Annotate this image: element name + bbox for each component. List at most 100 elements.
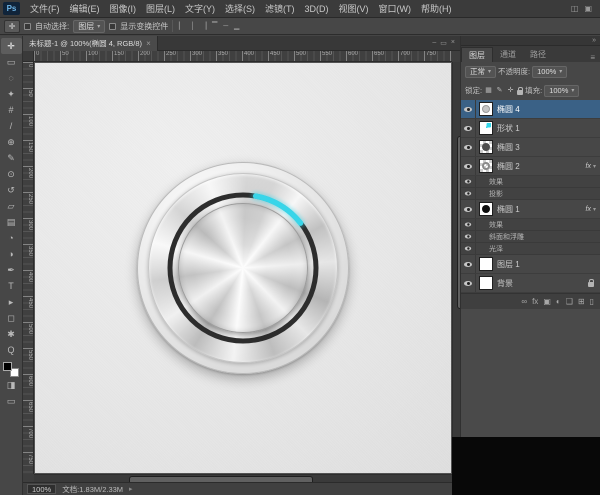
layer-row[interactable]: 图层 1 xyxy=(461,255,600,274)
layer-fx-badge[interactable]: fx xyxy=(586,163,591,170)
layer-effect-row[interactable]: 斜面和浮雕 xyxy=(461,231,600,243)
dodge-tool[interactable]: ◑ xyxy=(1,246,22,262)
collapse-panels-icon[interactable]: » xyxy=(592,37,596,44)
layer-effect-row[interactable]: 效果 xyxy=(461,219,600,231)
layer-group-icon[interactable]: ❑ xyxy=(566,297,573,306)
blur-tool[interactable]: ◔ xyxy=(1,230,22,246)
marquee-tool[interactable]: ▭ xyxy=(1,54,22,70)
menu-filter[interactable]: 滤镜(T) xyxy=(260,0,300,18)
visibility-toggle[interactable] xyxy=(461,100,476,118)
eyedropper-tool[interactable]: / xyxy=(1,118,22,134)
align-vcenter-icon[interactable]: ─ xyxy=(221,21,230,32)
visibility-toggle[interactable] xyxy=(461,138,476,156)
layer-effect-row[interactable]: 光泽 xyxy=(461,243,600,255)
hand-tool[interactable]: ✱ xyxy=(1,326,22,342)
path-select-tool[interactable]: ▸ xyxy=(1,294,22,310)
type-tool[interactable]: T xyxy=(1,278,22,294)
layer-effect-row[interactable]: 投影 xyxy=(461,188,600,200)
visibility-toggle[interactable] xyxy=(461,231,476,242)
layer-effect-row[interactable]: 效果 xyxy=(461,176,600,188)
menu-help[interactable]: 帮助(H) xyxy=(416,0,457,18)
document-tab[interactable]: 未标题-1 @ 100%(椭圆 4, RGB/8) × xyxy=(23,36,158,51)
move-tool[interactable]: ✛ xyxy=(1,38,22,54)
tab-channels[interactable]: 通道 xyxy=(493,47,523,62)
visibility-toggle[interactable] xyxy=(461,200,476,218)
restore-window-icon[interactable]: ▭ xyxy=(440,39,447,47)
layer-row[interactable]: 椭圆 3 xyxy=(461,138,600,157)
tab-layers[interactable]: 图层 xyxy=(461,47,493,62)
healing-brush-tool[interactable]: ⊕ xyxy=(1,134,22,150)
menu-file[interactable]: 文件(F) xyxy=(25,0,65,18)
layer-row[interactable]: 形状 1 xyxy=(461,119,600,138)
menu-three-d[interactable]: 3D(D) xyxy=(300,0,334,18)
artboard[interactable] xyxy=(35,63,451,473)
screen-mode[interactable]: ▭ xyxy=(1,393,22,409)
crop-tool[interactable]: # xyxy=(1,102,22,118)
close-icon[interactable]: × xyxy=(146,39,151,48)
menu-edit[interactable]: 编辑(E) xyxy=(65,0,105,18)
show-transform-checkbox[interactable] xyxy=(109,23,116,30)
menu-view[interactable]: 视图(V) xyxy=(334,0,374,18)
active-tool-badge[interactable]: ✛ xyxy=(4,20,20,33)
horizontal-scrollbar[interactable] xyxy=(34,474,452,482)
layer-fx-badge[interactable]: fx xyxy=(586,206,591,213)
blend-mode-select[interactable]: 正常 ▾ xyxy=(465,66,496,78)
lock-all-icon[interactable] xyxy=(517,90,523,95)
lock-pixels-icon[interactable]: ✎ xyxy=(495,85,504,96)
zoom-level[interactable]: 100% xyxy=(27,484,56,494)
align-bottom-icon[interactable]: ▁ xyxy=(232,21,241,32)
quick-select-tool[interactable]: ✦ xyxy=(1,86,22,102)
launch-bridge-icon[interactable]: ◫ xyxy=(571,4,579,13)
new-layer-icon[interactable]: ⊞ xyxy=(578,297,585,306)
fill-input[interactable]: 100% ▾ xyxy=(544,85,579,97)
lock-position-icon[interactable]: ✛ xyxy=(506,85,515,96)
layer-mask-icon[interactable]: ▣ xyxy=(543,297,551,306)
panel-menu-icon[interactable]: ≡ xyxy=(590,53,600,62)
vertical-scrollbar[interactable] xyxy=(452,62,460,474)
layer-style-icon[interactable]: fx xyxy=(532,297,538,306)
visibility-toggle[interactable] xyxy=(461,188,476,199)
auto-select-dropdown[interactable]: 图层 ▾ xyxy=(73,20,105,33)
adjustment-layer-icon[interactable]: ◐ xyxy=(556,297,561,306)
menu-image[interactable]: 图像(I) xyxy=(105,0,142,18)
layer-row[interactable]: 背景 xyxy=(461,274,600,293)
shape-tool[interactable]: ◻ xyxy=(1,310,22,326)
visibility-toggle[interactable] xyxy=(461,176,476,187)
tab-paths[interactable]: 路径 xyxy=(523,47,553,62)
eraser-tool[interactable]: ▱ xyxy=(1,198,22,214)
menu-type[interactable]: 文字(Y) xyxy=(180,0,220,18)
brush-tool[interactable]: ✎ xyxy=(1,150,22,166)
visibility-toggle[interactable] xyxy=(461,119,476,137)
document-viewport[interactable] xyxy=(34,62,452,474)
foreground-color-swatch[interactable] xyxy=(3,362,12,371)
pen-tool[interactable]: ✒ xyxy=(1,262,22,278)
close-window-icon[interactable]: × xyxy=(451,39,455,47)
minimize-window-icon[interactable]: – xyxy=(432,39,436,47)
menu-select[interactable]: 选择(S) xyxy=(220,0,260,18)
zoom-tool[interactable]: Q xyxy=(1,342,22,358)
align-hcenter-icon[interactable]: │ xyxy=(188,21,197,32)
lasso-tool[interactable]: ◌ xyxy=(1,70,22,86)
clone-stamp-tool[interactable]: ⊙ xyxy=(1,166,22,182)
auto-select-checkbox[interactable] xyxy=(24,23,31,30)
align-top-icon[interactable]: ▔ xyxy=(210,21,219,32)
opacity-input[interactable]: 100% ▾ xyxy=(532,66,567,78)
workspace-icon[interactable]: ▣ xyxy=(584,4,592,13)
layer-row[interactable]: 椭圆 1fx▾ xyxy=(461,200,600,219)
lock-transparent-icon[interactable]: ▦ xyxy=(484,85,493,96)
delete-layer-icon[interactable]: ▯ xyxy=(590,297,594,306)
visibility-toggle[interactable] xyxy=(461,274,476,292)
quick-mask-mode[interactable]: ◨ xyxy=(1,377,22,393)
history-brush-tool[interactable]: ↺ xyxy=(1,182,22,198)
menu-window[interactable]: 窗口(W) xyxy=(374,0,417,18)
menu-layer[interactable]: 图层(L) xyxy=(141,0,180,18)
visibility-toggle[interactable] xyxy=(461,157,476,175)
status-arrow-icon[interactable]: ▸ xyxy=(129,485,133,493)
gradient-tool[interactable]: ▤ xyxy=(1,214,22,230)
visibility-toggle[interactable] xyxy=(461,243,476,254)
link-layers-icon[interactable]: ∞ xyxy=(521,297,527,306)
visibility-toggle[interactable] xyxy=(461,255,476,273)
align-right-icon[interactable]: ▕ xyxy=(199,21,208,32)
layer-row[interactable]: 椭圆 2fx▾ xyxy=(461,157,600,176)
layer-row[interactable]: 椭圆 4 xyxy=(461,100,600,119)
